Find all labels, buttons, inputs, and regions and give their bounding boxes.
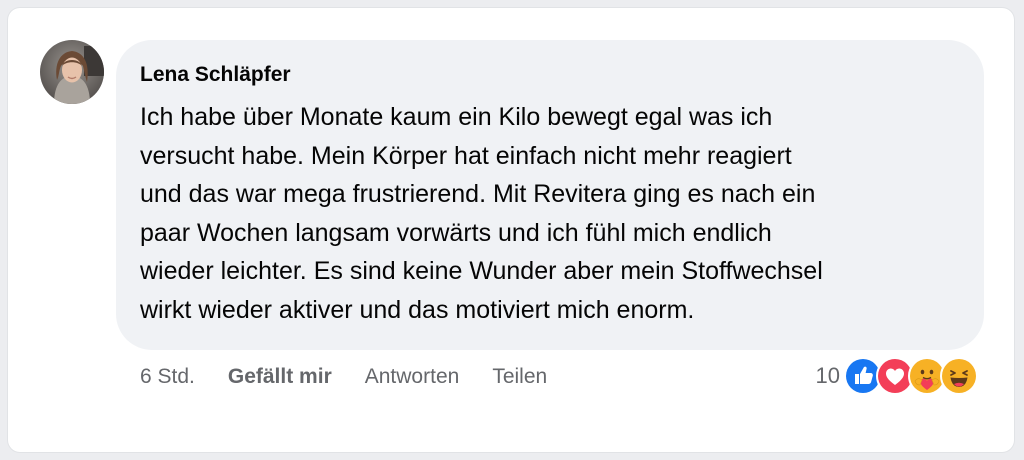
comment-card: Lena Schläpfer Ich habe über Monate kaum…	[8, 8, 1014, 452]
comment-bubble: Lena Schläpfer Ich habe über Monate kaum…	[116, 40, 984, 350]
reply-button[interactable]: Antworten	[365, 365, 460, 389]
reaction-icons	[844, 357, 978, 395]
comment-actions: 6 Std. Gefällt mir Antworten Teilen	[140, 360, 547, 394]
haha-icon	[940, 357, 978, 395]
like-button[interactable]: Gefällt mir	[228, 365, 332, 389]
reaction-count: 10	[815, 363, 840, 388]
share-button[interactable]: Teilen	[492, 365, 547, 389]
comment-text: Ich habe über Monate kaum ein Kilo beweg…	[140, 103, 823, 324]
comment-timestamp[interactable]: 6 Std.	[140, 365, 195, 389]
avatar[interactable]	[40, 40, 104, 104]
comment-author[interactable]: Lena Schläpfer	[140, 62, 956, 88]
reactions-summary[interactable]: 10	[815, 357, 978, 395]
